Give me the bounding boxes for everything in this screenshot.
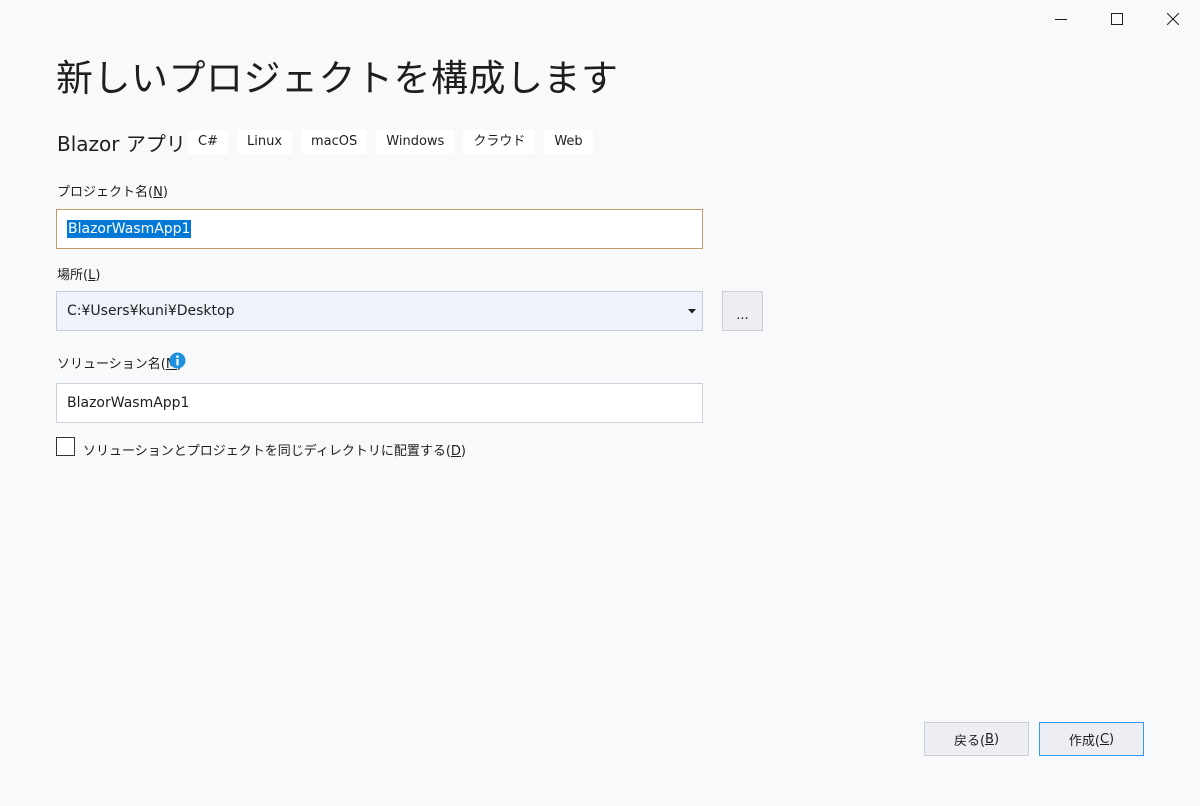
location-value: C:¥Users¥kuni¥Desktop bbox=[67, 303, 235, 319]
template-tags: C# Linux macOS Windows クラウド Web bbox=[188, 130, 593, 154]
location-combo[interactable]: C:¥Users¥kuni¥Desktop bbox=[56, 291, 703, 331]
maximize-button[interactable] bbox=[1091, 0, 1143, 38]
solution-name-input[interactable]: BlazorWasmApp1 bbox=[56, 383, 703, 423]
close-icon bbox=[1167, 13, 1179, 25]
close-button[interactable] bbox=[1147, 0, 1199, 38]
template-name: Blazor アプリ bbox=[57, 132, 186, 156]
browse-button[interactable]: ... bbox=[722, 291, 763, 331]
page-title: 新しいプロジェクトを構成します bbox=[56, 57, 619, 100]
chevron-down-icon[interactable] bbox=[682, 292, 702, 330]
tag-windows: Windows bbox=[376, 130, 455, 154]
solution-name-label: ソリューション名(M) bbox=[57, 357, 182, 372]
same-directory-label[interactable]: ソリューションとプロジェクトを同じディレクトリに配置する(D) bbox=[83, 440, 466, 459]
create-button[interactable]: 作成(C) bbox=[1039, 722, 1144, 756]
tag-csharp: C# bbox=[188, 130, 228, 154]
tag-macos: macOS bbox=[301, 130, 368, 154]
project-name-label: プロジェクト名(N) bbox=[57, 185, 168, 200]
location-label: 場所(L) bbox=[57, 268, 101, 283]
project-name-value: BlazorWasmApp1 bbox=[67, 220, 192, 238]
tag-cloud: クラウド bbox=[463, 130, 536, 154]
info-icon[interactable] bbox=[169, 352, 186, 369]
solution-name-value: BlazorWasmApp1 bbox=[67, 395, 190, 411]
back-button[interactable]: 戻る(B) bbox=[924, 722, 1029, 756]
tag-linux: Linux bbox=[236, 130, 293, 154]
minimize-icon bbox=[1055, 19, 1067, 20]
tag-web: Web bbox=[544, 130, 593, 154]
project-name-input[interactable]: BlazorWasmApp1 bbox=[56, 209, 703, 249]
same-directory-checkbox[interactable] bbox=[56, 437, 75, 456]
maximize-icon bbox=[1111, 13, 1123, 25]
minimize-button[interactable] bbox=[1035, 0, 1087, 38]
